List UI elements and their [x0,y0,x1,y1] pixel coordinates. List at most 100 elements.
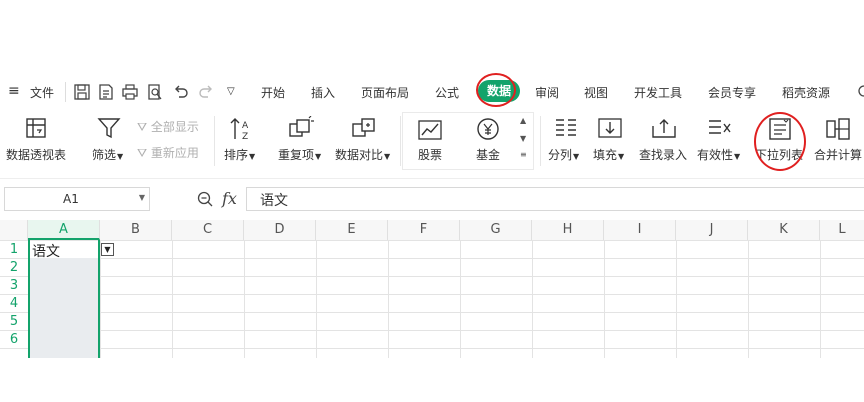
column-header[interactable]: B [100,220,172,240]
validity-icon[interactable] [706,116,734,142]
data-compare-icon[interactable] [350,116,378,142]
chevron-down-icon: ▼ [618,152,625,161]
data-compare-label: 数据对比 [335,148,384,162]
export-pdf-icon[interactable] [97,83,115,101]
merge-calc-button[interactable]: 合并计算 [814,146,862,163]
select-all-corner[interactable] [0,220,28,240]
row-header[interactable]: 6 [0,331,28,349]
stock-button[interactable]: 股票 [418,146,442,163]
gridline [0,330,864,331]
svg-text:Z: Z [242,132,248,142]
formula-content: 语文 [260,193,288,209]
gridline [172,240,173,358]
gridline [316,240,317,358]
column-header[interactable]: I [604,220,676,240]
row-header[interactable]: 5 [0,313,28,331]
column-header[interactable]: C [172,220,244,240]
search-icon[interactable] [856,83,864,101]
tab-review[interactable]: 审阅 [535,84,559,101]
formula-input[interactable]: 语文 [246,187,864,211]
show-all-button[interactable]: ⛛ 全部显示 [137,118,199,135]
fx-icon[interactable]: fx [222,189,237,208]
tab-insert[interactable]: 插入 [311,84,335,101]
hamburger-icon[interactable]: ≡ [8,83,20,99]
merge-calc-icon[interactable] [824,116,852,142]
gallery-down-icon[interactable]: ▼ [520,134,526,143]
pivot-table-icon[interactable] [22,116,50,142]
name-box[interactable]: A1 ▼ [4,187,150,211]
duplicates-button[interactable]: 重复项▼ [278,146,321,163]
column-header[interactable]: F [388,220,460,240]
stock-chart-icon[interactable] [416,118,444,144]
quick-access-dropdown-icon[interactable]: ▽ [227,86,235,97]
chevron-down-icon: ▼ [117,152,124,161]
filter-label: 筛选 [92,148,117,162]
tab-view[interactable]: 视图 [584,84,608,101]
filter-icon[interactable] [95,116,123,142]
pivot-table-button[interactable]: 数据透视表 [6,146,66,163]
split-column-button[interactable]: 分列▼ [548,146,579,163]
duplicates-icon[interactable] [287,115,315,142]
column-header[interactable]: E [316,220,388,240]
redo-icon[interactable] [197,83,215,101]
fill-button[interactable]: 填充▼ [593,146,624,163]
svg-text:A: A [242,121,249,131]
row-header[interactable]: 3 [0,277,28,295]
tab-home[interactable]: 开始 [261,84,285,101]
save-icon[interactable] [73,83,91,101]
gridline [0,240,864,241]
sort-button[interactable]: 排序▼ [224,146,255,163]
chevron-down-icon[interactable]: ▼ [139,193,145,202]
column-header[interactable]: H [532,220,604,240]
print-icon[interactable] [121,83,139,101]
reapply-button[interactable]: ⛛ 重新应用 [137,144,199,161]
filter-button[interactable]: 筛选▼ [92,146,123,163]
lookup-entry-icon[interactable] [650,116,678,142]
fill-down-icon[interactable] [596,116,624,142]
gallery-up-icon[interactable]: ▲ [520,116,526,125]
split-column-label: 分列 [548,148,573,162]
gridline [820,240,821,358]
lookup-entry-button[interactable]: 查找录入 [639,146,687,163]
gridline [100,240,101,358]
column-header[interactable]: K [748,220,820,240]
column-header[interactable]: A [28,220,100,240]
tab-member[interactable]: 会员专享 [708,84,756,101]
cell-a1[interactable]: 语文 [30,241,98,260]
chevron-down-icon: ▼ [249,152,256,161]
sort-icon[interactable]: AZ [227,116,255,142]
fund-yen-icon[interactable] [474,116,502,142]
chevron-down-icon: ▼ [573,152,580,161]
validity-button[interactable]: 有效性▼ [697,146,740,163]
column-header[interactable]: G [460,220,532,240]
tab-page-layout[interactable]: 页面布局 [361,84,409,101]
column-header[interactable]: L [820,220,864,240]
fund-button[interactable]: 基金 [476,146,500,163]
zoom-icon[interactable] [196,190,214,208]
gridline [0,276,864,277]
file-menu[interactable]: 文件 [30,84,54,101]
selection-border [98,240,100,358]
divider [65,82,66,102]
print-preview-icon[interactable] [146,83,164,101]
undo-icon[interactable] [172,83,190,101]
cell-dropdown-arrow-icon[interactable]: ▼ [101,243,114,256]
row-header[interactable]: 1 [0,241,28,259]
data-compare-button[interactable]: 数据对比▼ [335,146,390,163]
row-header[interactable]: 2 [0,259,28,277]
selected-column-shade [29,258,100,358]
divider [214,116,215,166]
gridline [388,240,389,358]
column-header[interactable]: J [676,220,748,240]
tab-docer[interactable]: 稻壳资源 [782,84,830,101]
chevron-down-icon: ▼ [734,152,741,161]
row-header[interactable]: 4 [0,295,28,313]
split-column-icon[interactable] [552,116,580,142]
gridline [0,294,864,295]
gallery-more-icon[interactable]: ≡ [520,150,527,159]
cell-a1-value: 语文 [32,244,60,260]
gridline [0,312,864,313]
column-header[interactable]: D [244,220,316,240]
tab-formulas[interactable]: 公式 [435,84,459,101]
tab-developer[interactable]: 开发工具 [634,84,682,101]
